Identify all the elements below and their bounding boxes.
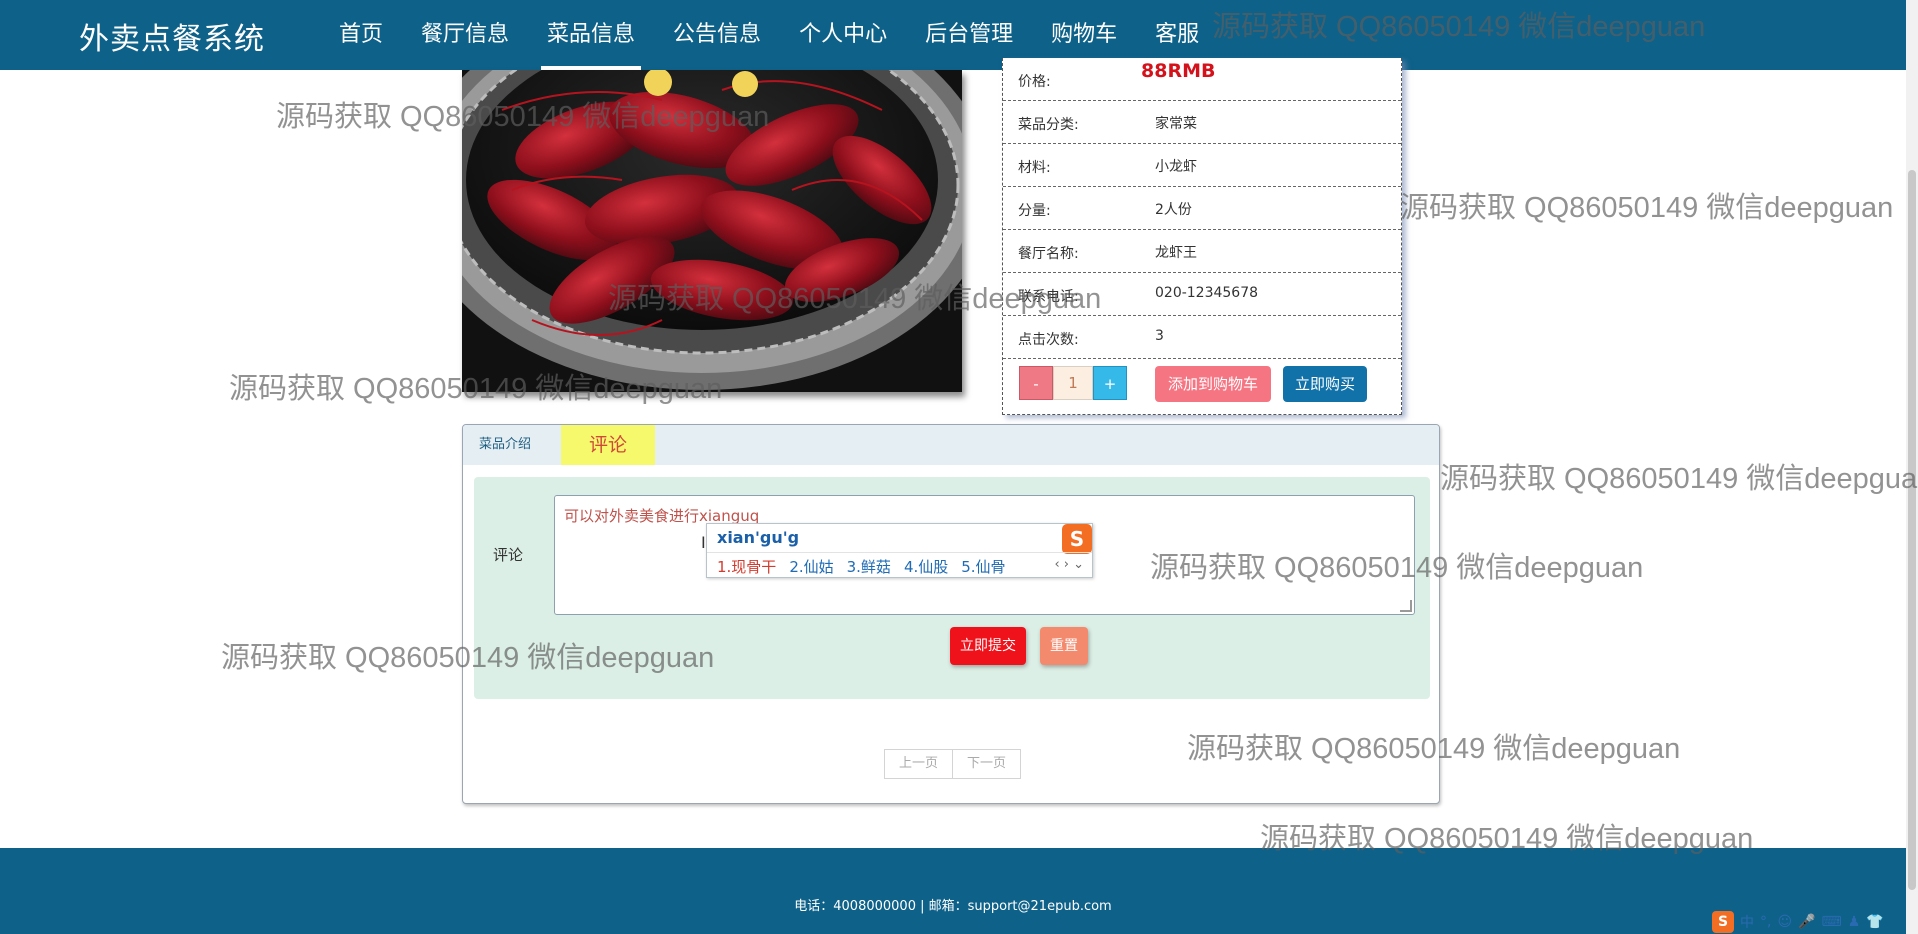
chinese-mode-icon[interactable]: 中 (1740, 912, 1754, 932)
nav-dishes[interactable]: 菜品信息 (533, 0, 649, 70)
ime-candidate-1[interactable]: 1.现骨干 (717, 556, 776, 577)
ime-page-arrows-icon[interactable]: ‹ › ⌄ (1054, 557, 1084, 572)
ime-toolbar: S 中 °, ☺ 🎤 ⌨ ♟ 👕 (1712, 910, 1890, 934)
detail-row-clicks: 点击次数: 3 (1003, 316, 1401, 359)
quantity-stepper: - + (1019, 366, 1127, 400)
tab-dish-intro[interactable]: 菜品介绍 (479, 425, 531, 465)
sogou-tray-icon[interactable]: S (1712, 911, 1734, 933)
footer: 电话：4008000000 | 邮箱：support@21epub.com (0, 848, 1906, 934)
resize-grip-icon[interactable] (1400, 600, 1412, 612)
i-beam-cursor-icon: I (701, 533, 706, 552)
price-label: 价格: (1018, 74, 1051, 90)
tab-comments[interactable]: 评论 (561, 425, 655, 465)
keyboard-icon[interactable]: ⌨ (1822, 914, 1842, 930)
punctuation-icon[interactable]: °, (1760, 914, 1771, 930)
phone-label: 联系电话: (1018, 289, 1079, 305)
emoji-icon[interactable]: ☺ (1777, 914, 1792, 930)
skin-icon[interactable]: 👕 (1866, 914, 1883, 930)
prev-page-button[interactable]: 上一页 (884, 749, 954, 779)
ime-candidate-3[interactable]: 3.鲜菇 (847, 556, 891, 577)
comment-form: 评论 可以对外卖美食进行xianguq 立即提交 重置 (474, 477, 1430, 699)
nav-user-center[interactable]: 个人中心 (785, 0, 901, 70)
ime-pinyin-input: xian'gu'g (717, 528, 800, 547)
detail-row-ingredients: 材料: 小龙虾 (1003, 144, 1401, 187)
sogou-logo-icon: S (1062, 524, 1092, 554)
watermark: 源码获取 QQ86050149 微信deepguan (1400, 192, 1894, 224)
ingredients-label: 材料: (1018, 160, 1051, 176)
add-to-cart-button[interactable]: 添加到购物车 (1155, 366, 1271, 402)
scrollbar-thumb[interactable] (1908, 170, 1916, 890)
ingredients-value: 小龙虾 (1155, 159, 1197, 175)
ime-candidate-4[interactable]: 4.仙股 (904, 556, 948, 577)
tab-bar: 菜品介绍 评论 (463, 425, 1439, 465)
detail-row-phone: 联系电话: 020-12345678 (1003, 273, 1401, 316)
ime-divider (707, 552, 1092, 553)
ime-candidate-popup: xian'gu'g S 1.现骨干 2.仙姑 3.鲜菇 4.仙股 5.仙骨 ‹ … (706, 523, 1093, 578)
quantity-input[interactable] (1053, 366, 1093, 400)
top-navbar: 外卖点餐系统 首页 餐厅信息 菜品信息 公告信息 个人中心 后台管理 购物车 客… (0, 0, 1906, 70)
dish-image (462, 70, 962, 392)
nav-announcements[interactable]: 公告信息 (659, 0, 775, 70)
phone-value: 020-12345678 (1155, 285, 1259, 301)
watermark: 源码获取 QQ86050149 微信deepguan (1440, 463, 1918, 495)
next-page-button[interactable]: 下一页 (953, 749, 1022, 779)
category-value: 家常菜 (1155, 116, 1197, 132)
ime-candidate-5[interactable]: 5.仙骨 (961, 556, 1005, 577)
dish-tabs-panel: 菜品介绍 评论 评论 可以对外卖美食进行xianguq 立即提交 重置 上一页 … (462, 424, 1440, 804)
site-logo-title[interactable]: 外卖点餐系统 (79, 14, 265, 58)
detail-row-category: 菜品分类: 家常菜 (1003, 101, 1401, 144)
comment-label: 评论 (493, 546, 524, 564)
toolbox-icon[interactable]: ♟ (1848, 914, 1861, 930)
restaurant-value: 龙虾王 (1155, 245, 1197, 261)
detail-row-portion: 分量: 2人份 (1003, 187, 1401, 230)
category-label: 菜品分类: (1018, 117, 1079, 133)
nav-restaurants[interactable]: 餐厅信息 (407, 0, 523, 70)
portion-label: 分量: (1018, 203, 1051, 219)
dish-details-panel: 价格: 88RMB 菜品分类: 家常菜 材料: 小龙虾 分量: 2人份 餐厅名称… (1002, 58, 1402, 415)
ime-candidate-2[interactable]: 2.仙姑 (789, 556, 833, 577)
microphone-icon[interactable]: 🎤 (1798, 914, 1815, 930)
clicks-value: 3 (1155, 328, 1164, 344)
price-value: 88RMB (1141, 60, 1216, 82)
buy-now-button[interactable]: 立即购买 (1283, 366, 1367, 402)
nav-home[interactable]: 首页 (325, 0, 397, 70)
quantity-decrease-button[interactable]: - (1019, 366, 1053, 400)
pagination: 上一页 下一页 (884, 749, 1022, 779)
detail-row-restaurant: 餐厅名称: 龙虾王 (1003, 230, 1401, 273)
quantity-increase-button[interactable]: + (1093, 366, 1127, 400)
crayfish-dish-photo-icon (462, 70, 962, 392)
portion-value: 2人份 (1155, 202, 1192, 218)
detail-row-price: 价格: 88RMB (1003, 58, 1401, 101)
clicks-label: 点击次数: (1018, 332, 1079, 348)
reset-button[interactable]: 重置 (1040, 627, 1088, 665)
footer-contact: 电话：4008000000 | 邮箱：support@21epub.com (794, 899, 1112, 914)
submit-comment-button[interactable]: 立即提交 (950, 627, 1026, 665)
restaurant-label: 餐厅名称: (1018, 246, 1079, 262)
ime-candidate-list: 1.现骨干 2.仙姑 3.鲜菇 4.仙股 5.仙骨 (717, 556, 1019, 577)
